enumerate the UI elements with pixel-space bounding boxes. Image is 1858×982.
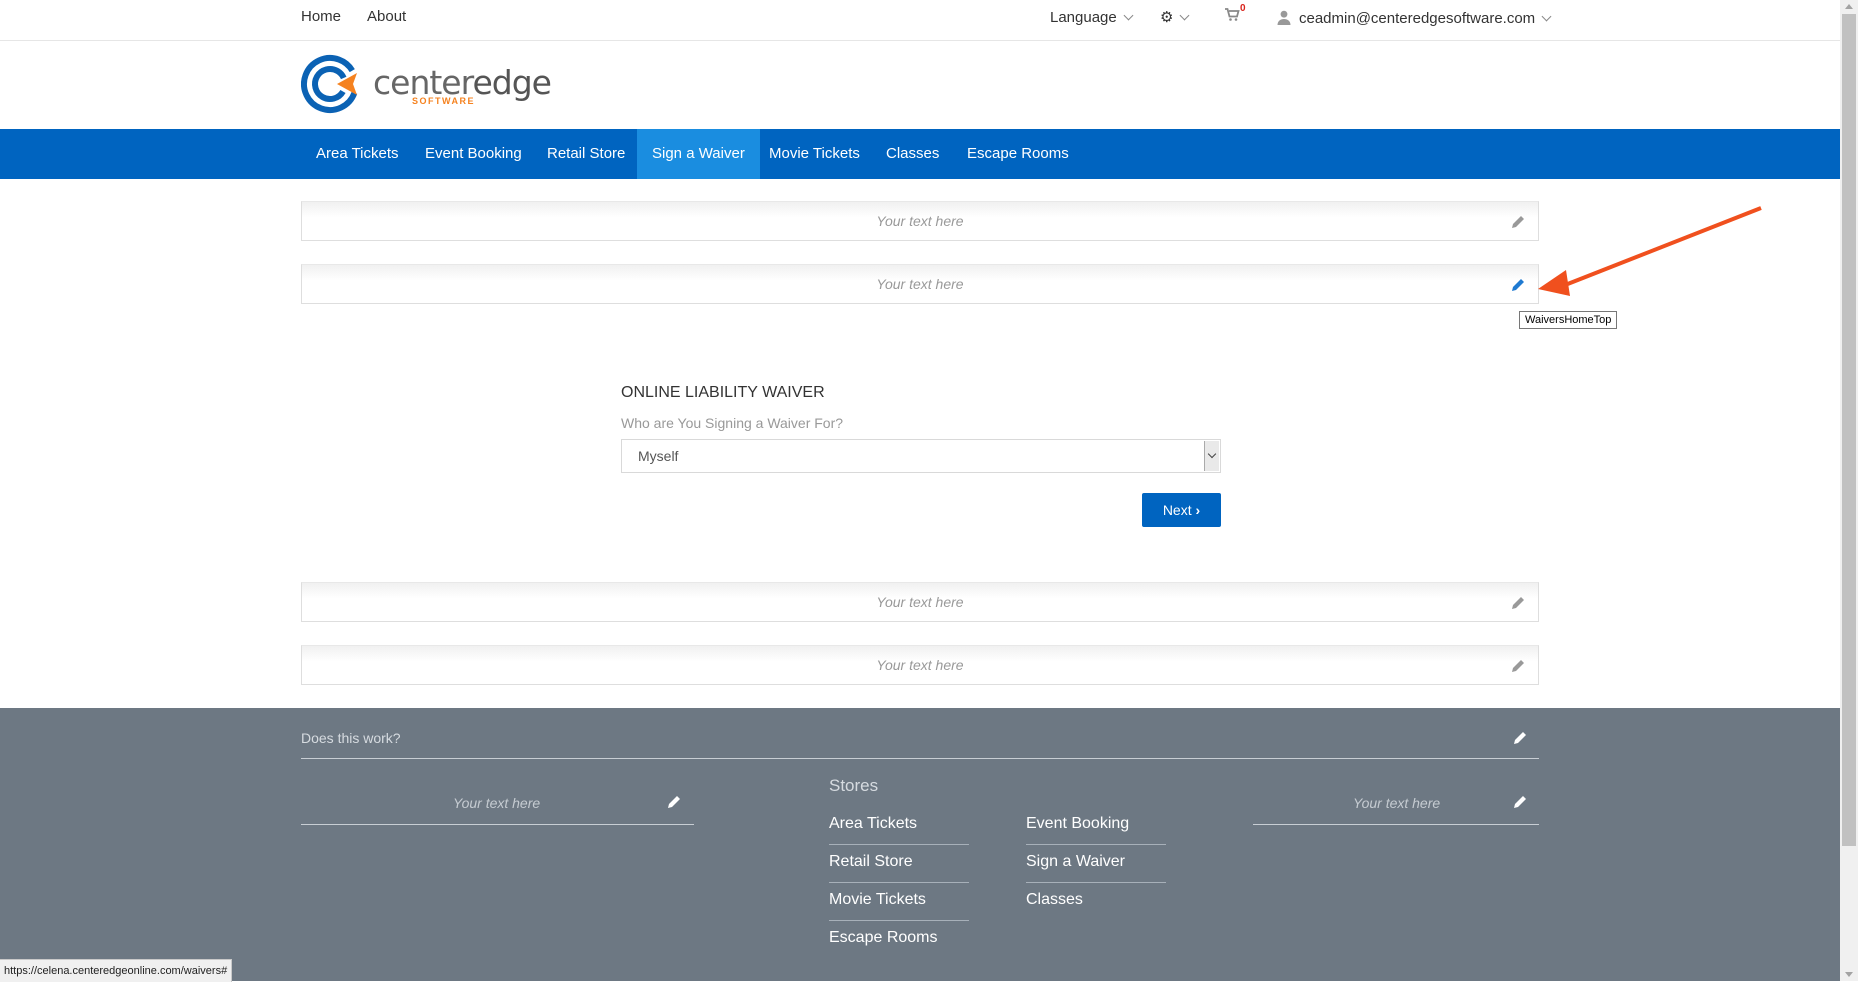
pencil-icon[interactable] (1510, 277, 1526, 293)
settings-dropdown[interactable]: ⚙ (1160, 7, 1190, 27)
footer-question: Does this work? (301, 730, 401, 746)
vertical-scrollbar[interactable] (1840, 0, 1858, 981)
centeredge-logo[interactable]: centeredge SOFTWARE (301, 53, 552, 115)
footer-link-event-booking[interactable]: Event Booking (1026, 815, 1129, 833)
content-placeholder: Your text here (876, 594, 964, 610)
nav-movie-tickets[interactable]: Movie Tickets (754, 129, 875, 179)
pencil-icon[interactable] (1510, 658, 1526, 674)
footer-divider (301, 758, 1539, 759)
chevron-right-icon: › (1195, 502, 1201, 518)
next-label: Next (1162, 502, 1192, 518)
browser-status-bar: https://celena.centeredgeonline.com/waiv… (0, 959, 233, 982)
footer-link-divider (829, 882, 969, 883)
pencil-icon[interactable] (1510, 214, 1526, 230)
nav-event-booking[interactable]: Event Booking (410, 129, 537, 179)
cart-count-badge: 0 (1240, 3, 1246, 14)
scrollbar-thumb[interactable] (1842, 14, 1856, 846)
content-block-3: Your text here (301, 582, 1539, 622)
gear-icon: ⚙ (1160, 9, 1174, 26)
scroll-up-icon[interactable] (1845, 4, 1853, 9)
footer-link-divider (829, 844, 969, 845)
language-label: Language (1050, 9, 1117, 26)
waiver-for-label: Who are You Signing a Waiver For? (621, 415, 844, 431)
user-menu[interactable]: ceadmin@centeredgesoftware.com (1277, 8, 1552, 28)
footer-link-divider (1026, 882, 1166, 883)
select-arrow[interactable] (1204, 441, 1219, 471)
footer-link-classes[interactable]: Classes (1026, 891, 1083, 909)
user-icon (1277, 10, 1291, 25)
content-placeholder: Your text here (876, 276, 964, 292)
content-block-1: Your text here (301, 201, 1539, 241)
footer-link-escape-rooms[interactable]: Escape Rooms (829, 929, 938, 947)
footer-link-divider (1026, 844, 1166, 845)
home-link[interactable]: Home (301, 8, 341, 25)
logo-subtitle: SOFTWARE (412, 96, 475, 106)
footer-link-retail-store[interactable]: Retail Store (829, 853, 913, 871)
nav-classes[interactable]: Classes (871, 129, 954, 179)
content-block-2: Your text here (301, 264, 1539, 304)
footer-link-area-tickets[interactable]: Area Tickets (829, 815, 917, 833)
language-dropdown[interactable]: Language (1050, 9, 1134, 27)
logo-mark (301, 55, 359, 113)
user-email: ceadmin@centeredgesoftware.com (1299, 10, 1536, 27)
footer-left-placeholder: Your text here (453, 795, 541, 811)
nav-area-tickets[interactable]: Area Tickets (301, 129, 414, 179)
chevron-down-icon (1123, 10, 1134, 21)
nav-sign-a-waiver[interactable]: Sign a Waiver (637, 129, 760, 179)
content-placeholder: Your text here (876, 213, 964, 229)
stores-heading: Stores (829, 776, 879, 795)
nav-escape-rooms[interactable]: Escape Rooms (952, 129, 1084, 179)
main-nav: Area Tickets Event Booking Retail Store … (0, 129, 1840, 179)
cart-button[interactable]: 0 (1224, 3, 1246, 27)
pencil-icon[interactable] (1510, 595, 1526, 611)
content-placeholder: Your text here (876, 657, 964, 673)
footer-link-sign-a-waiver[interactable]: Sign a Waiver (1026, 853, 1125, 871)
chevron-down-icon (1180, 10, 1190, 21)
pencil-icon[interactable] (1512, 794, 1528, 810)
waiver-for-select[interactable]: Myself (621, 439, 1221, 473)
chevron-down-icon (1541, 11, 1552, 22)
cart-icon (1225, 8, 1240, 21)
footer-link-movie-tickets[interactable]: Movie Tickets (829, 891, 926, 909)
content-block-4: Your text here (301, 645, 1539, 685)
pencil-icon[interactable] (666, 794, 682, 810)
top-bar: Home About Language ⚙ 0 ceadmin@centered… (0, 0, 1840, 41)
waiver-title: ONLINE LIABILITY WAIVER (621, 384, 825, 401)
selected-value: Myself (638, 448, 679, 464)
footer: Does this work? Your text here Stores Ar… (0, 708, 1840, 981)
footer-right-placeholder: Your text here (1353, 795, 1441, 811)
footer-divider (301, 824, 694, 825)
footer-divider (1253, 824, 1539, 825)
next-button[interactable]: Next › (1142, 493, 1221, 527)
pencil-icon[interactable] (1512, 730, 1528, 746)
tooltip: WaiversHomeTop (1519, 311, 1618, 329)
nav-retail-store[interactable]: Retail Store (532, 129, 640, 179)
chevron-down-icon (1207, 449, 1217, 459)
scroll-down-icon[interactable] (1845, 972, 1853, 977)
footer-link-divider (829, 920, 969, 921)
about-link[interactable]: About (367, 8, 406, 25)
